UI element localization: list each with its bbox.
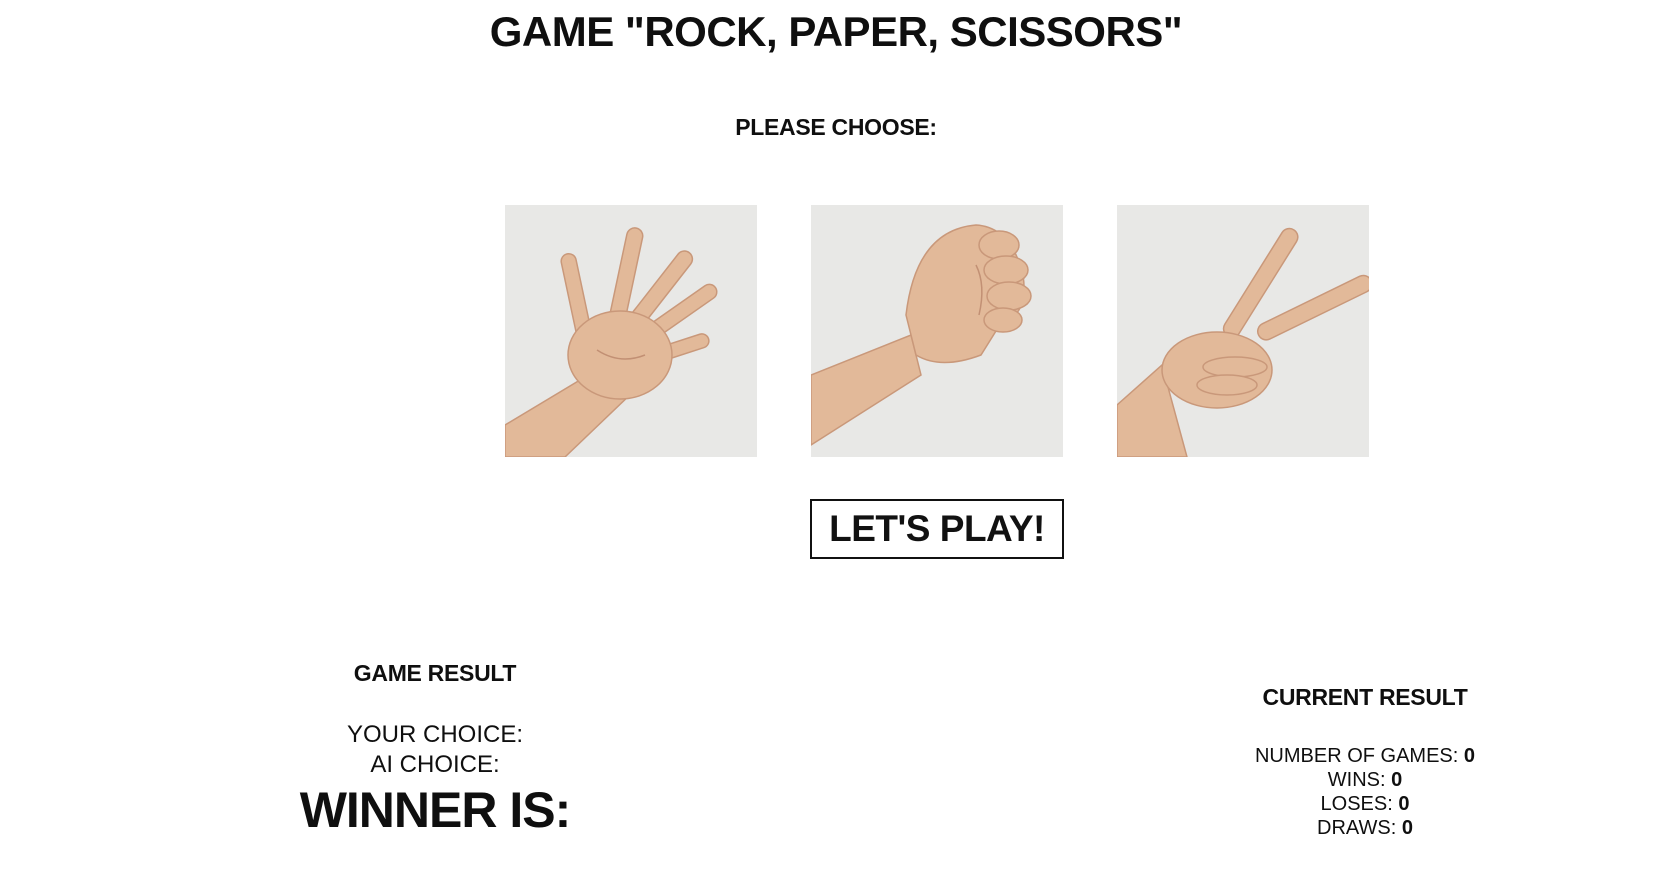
page-title: GAME "ROCK, PAPER, SCISSORS" [489, 8, 1183, 55]
wins-value: 0 [1391, 769, 1403, 791]
choose-label: PLEASE CHOOSE: [735, 114, 937, 140]
stat-games: NUMBER OF GAMES: 0 [1165, 744, 1565, 768]
current-result-panel: CURRENT RESULT NUMBER OF GAMES: 0 WINS: … [1165, 684, 1565, 840]
winner-label: WINNER IS: [299, 782, 572, 838]
ai-choice-label: AI CHOICE: [370, 751, 500, 778]
draws-value: 0 [1401, 817, 1413, 839]
wins-label: WINS: [1327, 769, 1386, 791]
draws-label: DRAWS: [1317, 817, 1397, 839]
current-result-heading: CURRENT RESULT [1262, 684, 1468, 710]
game-result-heading: GAME RESULT [353, 660, 517, 686]
game-result-panel: GAME RESULT YOUR CHOICE: AI CHOICE: WINN… [235, 660, 635, 838]
stats-list: NUMBER OF GAMES: 0 WINS: 0 LOSES: 0 DRAW… [1165, 744, 1565, 840]
games-label: NUMBER OF GAMES: [1254, 745, 1459, 767]
stat-loses: LOSES: 0 [1165, 792, 1565, 816]
games-value: 0 [1463, 745, 1476, 767]
loses-value: 0 [1398, 793, 1410, 815]
fist-icon [811, 205, 1063, 457]
lets-play-button[interactable]: LET'S PLAY! [810, 499, 1064, 559]
page: GAME "ROCK, PAPER, SCISSORS" PLEASE CHOO… [0, 0, 1672, 871]
stat-draws: DRAWS: 0 [1165, 816, 1565, 840]
option-scissors[interactable] [1117, 205, 1369, 457]
option-rock[interactable] [811, 205, 1063, 457]
loses-label: LOSES: [1320, 793, 1393, 815]
your-choice-label: YOUR CHOICE: [346, 721, 523, 748]
stat-wins: WINS: 0 [1165, 768, 1565, 792]
open-hand-icon [505, 205, 757, 457]
option-paper[interactable] [505, 205, 757, 457]
victory-hand-icon [1117, 205, 1369, 457]
